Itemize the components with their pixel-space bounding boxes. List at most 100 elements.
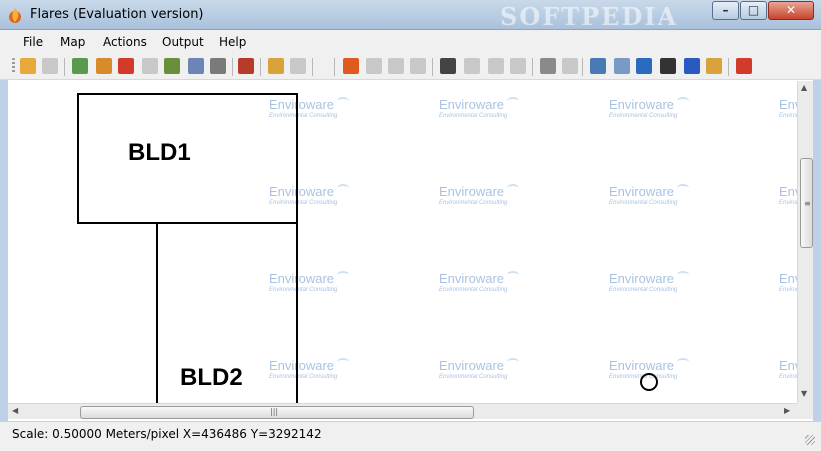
watermark-subtitle: Environmental Consulting [779,374,797,380]
watermark-title: Enviroware [439,184,505,199]
scroll-left-arrow-icon[interactable]: ◀ [12,406,18,415]
book-icon[interactable] [590,58,606,74]
watermark-title: Enviroware [439,97,505,112]
grid-7-icon[interactable] [562,58,578,74]
menu-bar: File Map Actions Output Help [0,30,821,54]
menu-map[interactable]: Map [60,35,85,49]
grid-3-icon[interactable] [410,58,426,74]
watermark-subtitle: Environmental Consulting [609,113,678,119]
scrollbar-corner [797,403,813,419]
status-scale-coordinates: Scale: 0.50000 Meters/pixel X=436486 Y=3… [12,427,322,441]
swoosh-icon [507,97,519,105]
watermark-title: Enviroware [609,184,675,199]
grid-5-icon[interactable] [488,58,504,74]
swoosh-icon [677,97,689,105]
open-icon[interactable] [20,58,36,74]
enviroware-watermark: EnvirowareEnvironmental Consulting [779,271,797,301]
watermark-title: Enviroware [779,358,797,373]
menu-output[interactable]: Output [162,35,204,49]
enviroware-watermark: EnvirowareEnvironmental Consulting [609,184,699,214]
toolbar-separator [260,58,261,76]
h-thumb-grip-icon: ||| [270,407,279,416]
watermark-title: Enviroware [609,271,675,286]
toolbar-separator [312,58,313,76]
watermark-subtitle: Environmental Consulting [779,287,797,293]
toolbar-grip[interactable] [12,58,15,74]
grid-2-icon[interactable] [388,58,404,74]
enviroware-watermark: EnvirowareEnvironmental Consulting [439,184,529,214]
layers-icon[interactable] [188,58,204,74]
print-icon[interactable] [210,58,226,74]
tools-icon[interactable] [238,58,254,74]
horizontal-scroll-thumb[interactable]: ||| [80,406,474,419]
menu-file[interactable]: File [23,35,43,49]
enviroware-watermark: EnvirowareEnvironmental Consulting [609,97,699,127]
grid-icon[interactable] [366,58,382,74]
size-grip-icon[interactable] [805,435,815,445]
scroll-right-arrow-icon[interactable]: ▶ [784,406,790,415]
add-building-icon[interactable] [96,58,112,74]
watermark-title: Enviroware [609,97,675,112]
toolbar-separator [728,58,729,76]
map-canvas[interactable]: EnvirowareEnvironmental ConsultingEnviro… [8,81,797,403]
swoosh-icon [677,184,689,192]
swoosh-icon [677,358,689,366]
watermark-subtitle: Environmental Consulting [439,113,508,119]
vertical-scrollbar[interactable]: ▲ ≡ ▼ [797,81,813,403]
grid-4-icon[interactable] [464,58,480,74]
softpedia-watermark: SOFTPEDIA [500,2,679,31]
enviroware-watermark: EnvirowareEnvironmental Consulting [779,184,797,214]
cursor-circle [640,373,658,391]
bar-icon[interactable] [290,58,306,74]
swoosh-icon [677,271,689,279]
menu-actions[interactable]: Actions [103,35,147,49]
enviroware-watermark: EnvirowareEnvironmental Consulting [609,271,699,301]
vertical-scroll-thumb[interactable]: ≡ [800,158,813,248]
pin-icon[interactable] [118,58,134,74]
toolbar-separator [532,58,533,76]
swoosh-icon [337,271,349,279]
filter-icon[interactable] [540,58,556,74]
globe-icon[interactable] [636,58,652,74]
grid-6-icon[interactable] [510,58,526,74]
swoosh-icon [507,358,519,366]
scroll-down-arrow-icon[interactable]: ▼ [801,389,807,398]
title-bar[interactable]: Flares (Evaluation version) SOFTPEDIA – … [0,0,821,31]
watermark-title: Enviroware [609,358,675,373]
watermark-subtitle: Environmental Consulting [779,200,797,206]
headphones-icon[interactable] [440,58,456,74]
image-icon[interactable] [72,58,88,74]
exit-icon[interactable] [736,58,752,74]
swoosh-icon [507,271,519,279]
toolbar-separator [582,58,583,76]
scroll-up-arrow-icon[interactable]: ▲ [801,83,807,92]
mail-icon[interactable] [614,58,630,74]
building-label-bld1: BLD1 [128,139,191,166]
window-title: Flares (Evaluation version) [30,7,204,22]
watermark-subtitle: Environmental Consulting [609,200,678,206]
horizontal-scrollbar[interactable]: ◀ ||| ▶ [8,403,797,419]
watermark-subtitle: Environmental Consulting [779,113,797,119]
toolbar-separator [334,58,335,76]
maximize-button[interactable]: □ [740,1,767,20]
swoosh-icon [337,358,349,366]
watermark-title: Enviroware [779,271,797,286]
key-icon[interactable] [706,58,722,74]
enviroware-watermark: EnvirowareEnvironmental Consulting [779,358,797,388]
eraser-icon[interactable] [142,58,158,74]
building-label-bld2: BLD2 [180,364,243,391]
menu-help[interactable]: Help [219,35,246,49]
binoculars-icon[interactable] [660,58,676,74]
minimize-button[interactable]: – [712,1,739,20]
close-button[interactable]: ✕ [768,1,814,20]
ruler-icon[interactable] [268,58,284,74]
save-icon[interactable] [42,58,58,74]
copy-icon[interactable] [164,58,180,74]
flame-icon[interactable] [343,58,359,74]
flame-app-icon [9,8,21,23]
help-icon[interactable] [684,58,700,74]
enviroware-watermark: EnvirowareEnvironmental Consulting [439,358,529,388]
watermark-subtitle: Environmental Consulting [439,374,508,380]
thumb-grip-icon: ≡ [804,199,811,208]
swoosh-icon [337,184,349,192]
